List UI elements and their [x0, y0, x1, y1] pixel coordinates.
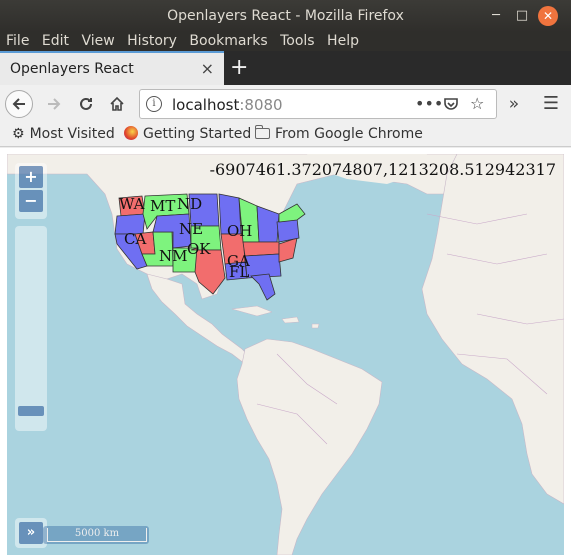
- menu-history[interactable]: History: [127, 32, 177, 51]
- zoom-in-button[interactable]: +: [19, 166, 43, 188]
- zoom-slider-thumb[interactable]: [18, 406, 44, 416]
- menu-help[interactable]: Help: [327, 32, 359, 51]
- minimize-button[interactable]: ─: [486, 6, 506, 26]
- folder-icon: [254, 125, 270, 139]
- state-label-ok: OK: [187, 240, 211, 258]
- maximize-button[interactable]: □: [512, 6, 532, 26]
- map-canvas[interactable]: WA MT ND NE CA NM OK OH GA FL -6907461.3…: [7, 154, 564, 555]
- bookmark-label: From Google Chrome: [275, 126, 423, 142]
- tab-openlayers-react[interactable]: Openlayers React ×: [0, 51, 224, 85]
- url-text[interactable]: localhost:8080: [172, 96, 283, 114]
- page-actions-icon[interactable]: •••: [415, 94, 443, 113]
- back-button[interactable]: [5, 90, 33, 118]
- overflow-menu-icon[interactable]: »: [500, 90, 528, 118]
- caribbean-islands: [231, 305, 320, 329]
- new-tab-button[interactable]: +: [230, 55, 248, 80]
- mouse-position-readout: -6907461.372074807,1213208.512942317: [209, 160, 556, 179]
- menu-bookmarks[interactable]: Bookmarks: [189, 32, 267, 51]
- bookmarks-bar: ⚙ Most Visited Getting Started From Googl…: [0, 123, 571, 147]
- state-label-mt: MT: [150, 197, 175, 215]
- zoom-out-button[interactable]: −: [19, 190, 43, 212]
- home-button[interactable]: [103, 90, 131, 118]
- map-tiles: WA MT ND NE CA NM OK OH GA FL: [7, 154, 564, 555]
- navigation-bar: i localhost:8080 ••• ☆ » ☰: [0, 85, 571, 123]
- gear-icon: ⚙: [12, 126, 25, 142]
- home-icon: [110, 96, 124, 111]
- state-label-oh: OH: [227, 222, 252, 240]
- scale-label: 5000 km: [47, 528, 147, 542]
- bookmark-label: Getting Started: [143, 126, 252, 142]
- state-label-fl: FL: [229, 263, 249, 281]
- zoom-control: + −: [15, 163, 47, 219]
- pocket-shape: [444, 98, 458, 110]
- europe-africa-land: [421, 154, 564, 505]
- window-titlebar: Openlayers React - Mozilla Firefox ─ □ ✕: [0, 0, 571, 32]
- pocket-icon[interactable]: [443, 94, 459, 116]
- bookmark-getting-started[interactable]: Getting Started: [124, 126, 251, 142]
- site-info-icon[interactable]: i: [146, 96, 162, 112]
- arrow-left-icon: [12, 98, 25, 110]
- hamburger-menu-icon[interactable]: ☰: [537, 90, 565, 118]
- close-window-button[interactable]: ✕: [538, 6, 558, 26]
- state-label-nd: ND: [177, 195, 202, 213]
- state-label-ne: NE: [179, 220, 203, 238]
- firefox-icon: [124, 126, 138, 140]
- forward-button[interactable]: [40, 90, 68, 118]
- menu-tools[interactable]: Tools: [280, 32, 315, 51]
- menu-file[interactable]: File: [6, 32, 29, 51]
- state-label-ca: CA: [124, 230, 146, 248]
- south-america-land: [236, 338, 383, 555]
- menu-bar: File Edit View History Bookmarks Tools H…: [0, 32, 571, 51]
- state-label-wa: WA: [119, 195, 145, 213]
- tab-label: Openlayers React: [10, 61, 134, 77]
- overview-toggle-button[interactable]: »: [19, 522, 43, 544]
- url-bar[interactable]: i localhost:8080 ••• ☆: [139, 89, 497, 119]
- page-content: WA MT ND NE CA NM OK OH GA FL -6907461.3…: [0, 148, 571, 555]
- tab-bar: Openlayers React × +: [0, 51, 571, 85]
- tab-close-icon[interactable]: ×: [201, 59, 214, 78]
- menu-edit[interactable]: Edit: [42, 32, 69, 51]
- arrow-right-icon: [48, 98, 61, 110]
- state-label-nm: NM: [159, 247, 187, 265]
- reload-button[interactable]: [72, 90, 100, 118]
- url-host: localhost: [172, 96, 240, 114]
- url-port: :8080: [239, 96, 283, 114]
- state-fl: [250, 273, 276, 301]
- bookmark-most-visited[interactable]: ⚙ Most Visited: [12, 126, 115, 142]
- reload-icon: [80, 97, 92, 110]
- bookmark-star-icon[interactable]: ☆: [470, 94, 484, 113]
- zoom-slider[interactable]: [15, 226, 47, 431]
- menu-view[interactable]: View: [81, 32, 114, 51]
- bookmark-from-google-chrome[interactable]: From Google Chrome: [254, 125, 423, 142]
- bookmark-label: Most Visited: [29, 126, 115, 142]
- scale-line: 5000 km: [43, 526, 149, 544]
